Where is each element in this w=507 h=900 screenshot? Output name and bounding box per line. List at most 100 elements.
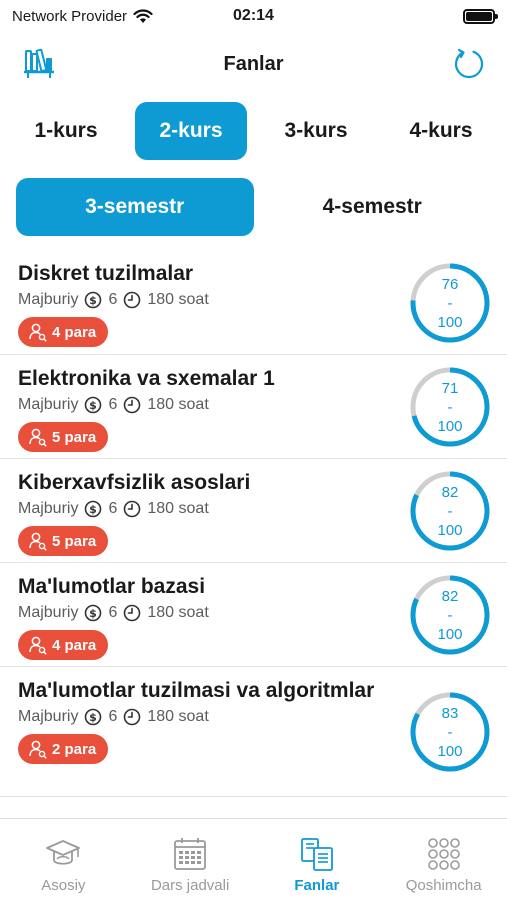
tab-asosiy[interactable]: Asosiy xyxy=(0,819,127,900)
lesson-count-badge: 4 para xyxy=(18,630,109,660)
subject-name: Kiberxavfsizlik asoslari xyxy=(18,471,251,494)
semester-tabs: 3-semestr 4-semestr xyxy=(16,178,491,236)
teacher-icon xyxy=(29,428,47,447)
teacher-icon xyxy=(29,323,47,342)
clock-icon xyxy=(124,604,141,622)
lesson-count-badge: 5 para xyxy=(18,526,109,556)
tab-course-3[interactable]: 3-kurs xyxy=(260,102,372,160)
subject-credits: 6 xyxy=(108,291,118,308)
subject-hours: 180 soat xyxy=(147,396,209,413)
lesson-count: 5 para xyxy=(52,428,97,446)
svg-text:$: $ xyxy=(90,294,98,307)
clock-icon xyxy=(124,396,141,414)
subject-credits: 6 xyxy=(108,604,118,621)
clock-icon xyxy=(124,708,141,726)
subject-name: Ma'lumotlar bazasi xyxy=(18,575,206,598)
books-icon xyxy=(300,838,333,871)
header: Fanlar xyxy=(0,38,507,90)
credit-coin-icon: $ xyxy=(85,500,102,518)
tab-course-1[interactable]: 1-kurs xyxy=(10,102,122,160)
score-separator: - xyxy=(447,723,453,741)
course-tabs: 1-kurs 2-kurs 3-kurs 4-kurs xyxy=(10,100,497,162)
tab-semester-3[interactable]: 3-semestr xyxy=(16,178,254,236)
subject-hours: 180 soat xyxy=(147,500,209,517)
svg-text:$: $ xyxy=(90,711,98,724)
grid-dots-icon xyxy=(427,838,460,870)
tab-label: Dars jadvali xyxy=(150,877,230,894)
calendar-icon xyxy=(174,838,207,870)
clock-icon xyxy=(124,291,141,309)
score-ring: 82 - 100 xyxy=(409,470,491,552)
tab-label: Qoshimcha xyxy=(405,877,482,894)
tab-fanlar[interactable]: Fanlar xyxy=(254,819,381,900)
tab-dars-jadvali[interactable]: Dars jadvali xyxy=(127,819,254,900)
subject-hours: 180 soat xyxy=(147,708,209,725)
carrier: Network Provider xyxy=(12,8,153,25)
lesson-count: 5 para xyxy=(52,532,97,550)
score-value: 71 xyxy=(441,379,459,397)
lesson-count-badge: 2 para xyxy=(18,734,109,764)
wifi-icon xyxy=(133,8,153,23)
tab-label: Fanlar xyxy=(294,877,340,894)
score-ring: 76 - 100 xyxy=(409,262,491,344)
lesson-count: 2 para xyxy=(52,740,97,758)
subject-type: Majburiy xyxy=(18,291,79,308)
page-title: Fanlar xyxy=(223,52,284,75)
subject-credits: 6 xyxy=(108,396,118,413)
clock-icon xyxy=(124,500,141,518)
subject-type: Majburiy xyxy=(18,396,79,413)
lesson-count: 4 para xyxy=(52,636,97,654)
teacher-icon xyxy=(29,740,47,759)
subject-name: Ma'lumotlar tuzilmasi va algoritmlar xyxy=(18,679,375,702)
subject-type: Majburiy xyxy=(18,500,79,517)
subject-item[interactable]: Diskret tuzilmalar Majburiy $ 6 180 soat… xyxy=(0,250,507,355)
score-max: 100 xyxy=(437,625,463,643)
status-bar: Network Provider 02:14 xyxy=(0,0,507,32)
bottom-tab-bar: Asosiy Dars jadvali Fanlar Qoshimcha xyxy=(0,818,507,900)
score-value: 82 xyxy=(441,483,459,501)
subject-item[interactable]: Kiberxavfsizlik asoslari Majburiy $ 6 18… xyxy=(0,459,507,563)
credit-coin-icon: $ xyxy=(85,604,102,622)
subject-hours: 180 soat xyxy=(147,604,209,621)
tab-semester-4[interactable]: 4-semestr xyxy=(254,178,492,236)
subject-name: Elektronika va sxemalar 1 xyxy=(18,367,275,390)
teacher-icon xyxy=(29,636,47,655)
score-separator: - xyxy=(447,606,453,624)
tab-course-4[interactable]: 4-kurs xyxy=(385,102,497,160)
subject-name: Diskret tuzilmalar xyxy=(18,262,194,285)
subject-item[interactable]: Ma'lumotlar tuzilmasi va algoritmlar Maj… xyxy=(0,667,507,797)
subject-credits: 6 xyxy=(108,500,118,517)
subject-hours: 180 soat xyxy=(147,291,209,308)
carrier-name: Network Provider xyxy=(12,7,128,25)
credit-coin-icon: $ xyxy=(85,708,102,726)
lesson-count: 4 para xyxy=(52,323,97,341)
lesson-count-badge: 5 para xyxy=(18,422,109,452)
credit-coin-icon: $ xyxy=(85,291,102,309)
score-separator: - xyxy=(447,294,453,312)
tab-course-2[interactable]: 2-kurs xyxy=(135,102,247,160)
score-ring: 82 - 100 xyxy=(409,574,491,656)
score-value: 82 xyxy=(441,587,459,605)
subject-item[interactable]: Elektronika va sxemalar 1 Majburiy $ 6 1… xyxy=(0,355,507,459)
score-max: 100 xyxy=(437,417,463,435)
bookshelf-button[interactable] xyxy=(22,46,56,80)
tab-label: Asosiy xyxy=(41,877,86,894)
score-value: 76 xyxy=(441,275,459,293)
teacher-icon xyxy=(29,532,47,551)
subject-item[interactable]: Ma'lumotlar bazasi Majburiy $ 6 180 soat… xyxy=(0,563,507,667)
credit-coin-icon: $ xyxy=(85,396,102,414)
score-separator: - xyxy=(447,502,453,520)
subject-list: Diskret tuzilmalar Majburiy $ 6 180 soat… xyxy=(0,250,507,797)
score-max: 100 xyxy=(437,521,463,539)
score-separator: - xyxy=(447,398,453,416)
subject-type: Majburiy xyxy=(18,604,79,621)
lesson-count-badge: 4 para xyxy=(18,317,109,347)
tab-qoshimcha[interactable]: Qoshimcha xyxy=(380,819,507,900)
graduation-cap-icon xyxy=(46,840,81,865)
subject-type: Majburiy xyxy=(18,708,79,725)
score-max: 100 xyxy=(437,742,463,760)
score-ring: 83 - 100 xyxy=(409,691,491,773)
refresh-button[interactable] xyxy=(451,46,487,82)
bookshelf-icon xyxy=(24,48,54,78)
svg-text:$: $ xyxy=(90,503,98,516)
